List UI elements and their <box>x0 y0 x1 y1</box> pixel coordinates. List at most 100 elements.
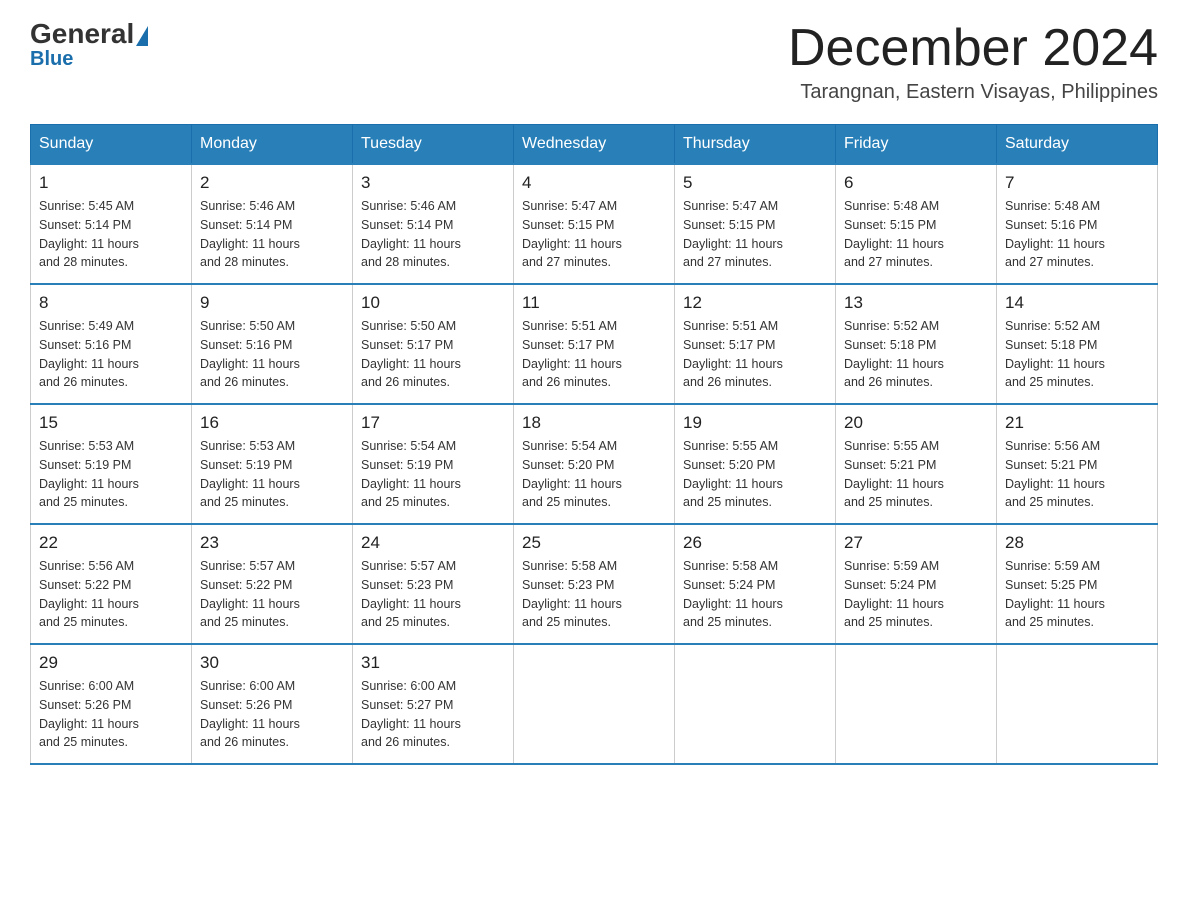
calendar-day-cell: 25 Sunrise: 5:58 AM Sunset: 5:23 PM Dayl… <box>514 524 675 644</box>
calendar-day-cell: 22 Sunrise: 5:56 AM Sunset: 5:22 PM Dayl… <box>31 524 192 644</box>
day-info: Sunrise: 5:55 AM Sunset: 5:21 PM Dayligh… <box>844 437 988 512</box>
day-number: 31 <box>361 653 505 673</box>
day-info: Sunrise: 5:59 AM Sunset: 5:24 PM Dayligh… <box>844 557 988 632</box>
day-info: Sunrise: 5:54 AM Sunset: 5:19 PM Dayligh… <box>361 437 505 512</box>
day-info: Sunrise: 5:48 AM Sunset: 5:16 PM Dayligh… <box>1005 197 1149 272</box>
logo-general: General <box>30 20 134 48</box>
calendar-day-cell: 7 Sunrise: 5:48 AM Sunset: 5:16 PM Dayli… <box>997 164 1158 284</box>
calendar-day-cell: 8 Sunrise: 5:49 AM Sunset: 5:16 PM Dayli… <box>31 284 192 404</box>
calendar-day-cell: 30 Sunrise: 6:00 AM Sunset: 5:26 PM Dayl… <box>192 644 353 764</box>
calendar-day-cell <box>675 644 836 764</box>
calendar-day-cell: 16 Sunrise: 5:53 AM Sunset: 5:19 PM Dayl… <box>192 404 353 524</box>
day-info: Sunrise: 5:57 AM Sunset: 5:23 PM Dayligh… <box>361 557 505 632</box>
day-info: Sunrise: 5:53 AM Sunset: 5:19 PM Dayligh… <box>39 437 183 512</box>
calendar-day-cell <box>836 644 997 764</box>
col-monday: Monday <box>192 125 353 165</box>
day-info: Sunrise: 6:00 AM Sunset: 5:26 PM Dayligh… <box>39 677 183 752</box>
calendar-week-row: 1 Sunrise: 5:45 AM Sunset: 5:14 PM Dayli… <box>31 164 1158 284</box>
day-info: Sunrise: 5:59 AM Sunset: 5:25 PM Dayligh… <box>1005 557 1149 632</box>
day-number: 28 <box>1005 533 1149 553</box>
day-number: 1 <box>39 173 183 193</box>
day-number: 19 <box>683 413 827 433</box>
calendar-day-cell: 5 Sunrise: 5:47 AM Sunset: 5:15 PM Dayli… <box>675 164 836 284</box>
calendar-day-cell: 2 Sunrise: 5:46 AM Sunset: 5:14 PM Dayli… <box>192 164 353 284</box>
day-number: 3 <box>361 173 505 193</box>
calendar-day-cell <box>514 644 675 764</box>
calendar-day-cell: 11 Sunrise: 5:51 AM Sunset: 5:17 PM Dayl… <box>514 284 675 404</box>
col-thursday: Thursday <box>675 125 836 165</box>
day-number: 17 <box>361 413 505 433</box>
calendar-day-cell: 4 Sunrise: 5:47 AM Sunset: 5:15 PM Dayli… <box>514 164 675 284</box>
calendar-day-cell: 6 Sunrise: 5:48 AM Sunset: 5:15 PM Dayli… <box>836 164 997 284</box>
day-info: Sunrise: 5:52 AM Sunset: 5:18 PM Dayligh… <box>1005 317 1149 392</box>
calendar-day-cell: 17 Sunrise: 5:54 AM Sunset: 5:19 PM Dayl… <box>353 404 514 524</box>
day-info: Sunrise: 5:57 AM Sunset: 5:22 PM Dayligh… <box>200 557 344 632</box>
calendar-day-cell: 12 Sunrise: 5:51 AM Sunset: 5:17 PM Dayl… <box>675 284 836 404</box>
day-info: Sunrise: 5:46 AM Sunset: 5:14 PM Dayligh… <box>200 197 344 272</box>
title-area: December 2024 Tarangnan, Eastern Visayas… <box>788 20 1158 104</box>
day-info: Sunrise: 5:45 AM Sunset: 5:14 PM Dayligh… <box>39 197 183 272</box>
day-number: 11 <box>522 293 666 313</box>
day-number: 22 <box>39 533 183 553</box>
day-info: Sunrise: 5:48 AM Sunset: 5:15 PM Dayligh… <box>844 197 988 272</box>
day-info: Sunrise: 5:56 AM Sunset: 5:22 PM Dayligh… <box>39 557 183 632</box>
col-wednesday: Wednesday <box>514 125 675 165</box>
day-info: Sunrise: 5:53 AM Sunset: 5:19 PM Dayligh… <box>200 437 344 512</box>
day-info: Sunrise: 6:00 AM Sunset: 5:27 PM Dayligh… <box>361 677 505 752</box>
day-number: 26 <box>683 533 827 553</box>
day-info: Sunrise: 5:52 AM Sunset: 5:18 PM Dayligh… <box>844 317 988 392</box>
day-number: 5 <box>683 173 827 193</box>
col-saturday: Saturday <box>997 125 1158 165</box>
day-number: 18 <box>522 413 666 433</box>
calendar-week-row: 29 Sunrise: 6:00 AM Sunset: 5:26 PM Dayl… <box>31 644 1158 764</box>
day-number: 21 <box>1005 413 1149 433</box>
month-title: December 2024 <box>788 20 1158 77</box>
page-header: General Blue December 2024 Tarangnan, Ea… <box>30 20 1158 104</box>
day-info: Sunrise: 5:51 AM Sunset: 5:17 PM Dayligh… <box>683 317 827 392</box>
calendar-day-cell: 23 Sunrise: 5:57 AM Sunset: 5:22 PM Dayl… <box>192 524 353 644</box>
day-info: Sunrise: 5:50 AM Sunset: 5:17 PM Dayligh… <box>361 317 505 392</box>
calendar-day-cell: 3 Sunrise: 5:46 AM Sunset: 5:14 PM Dayli… <box>353 164 514 284</box>
logo: General Blue <box>30 20 148 71</box>
day-number: 7 <box>1005 173 1149 193</box>
day-number: 30 <box>200 653 344 673</box>
calendar-day-cell <box>997 644 1158 764</box>
day-number: 12 <box>683 293 827 313</box>
day-number: 20 <box>844 413 988 433</box>
day-number: 15 <box>39 413 183 433</box>
day-number: 14 <box>1005 293 1149 313</box>
day-number: 13 <box>844 293 988 313</box>
calendar-week-row: 8 Sunrise: 5:49 AM Sunset: 5:16 PM Dayli… <box>31 284 1158 404</box>
day-info: Sunrise: 5:58 AM Sunset: 5:24 PM Dayligh… <box>683 557 827 632</box>
calendar-day-cell: 29 Sunrise: 6:00 AM Sunset: 5:26 PM Dayl… <box>31 644 192 764</box>
calendar-day-cell: 9 Sunrise: 5:50 AM Sunset: 5:16 PM Dayli… <box>192 284 353 404</box>
day-info: Sunrise: 5:54 AM Sunset: 5:20 PM Dayligh… <box>522 437 666 512</box>
day-number: 9 <box>200 293 344 313</box>
calendar-day-cell: 1 Sunrise: 5:45 AM Sunset: 5:14 PM Dayli… <box>31 164 192 284</box>
calendar-day-cell: 18 Sunrise: 5:54 AM Sunset: 5:20 PM Dayl… <box>514 404 675 524</box>
col-tuesday: Tuesday <box>353 125 514 165</box>
calendar-table: Sunday Monday Tuesday Wednesday Thursday… <box>30 124 1158 765</box>
day-number: 8 <box>39 293 183 313</box>
day-number: 24 <box>361 533 505 553</box>
col-friday: Friday <box>836 125 997 165</box>
day-info: Sunrise: 5:56 AM Sunset: 5:21 PM Dayligh… <box>1005 437 1149 512</box>
day-info: Sunrise: 6:00 AM Sunset: 5:26 PM Dayligh… <box>200 677 344 752</box>
calendar-day-cell: 15 Sunrise: 5:53 AM Sunset: 5:19 PM Dayl… <box>31 404 192 524</box>
day-info: Sunrise: 5:50 AM Sunset: 5:16 PM Dayligh… <box>200 317 344 392</box>
logo-blue: Blue <box>30 48 73 71</box>
col-sunday: Sunday <box>31 125 192 165</box>
calendar-day-cell: 31 Sunrise: 6:00 AM Sunset: 5:27 PM Dayl… <box>353 644 514 764</box>
calendar-day-cell: 13 Sunrise: 5:52 AM Sunset: 5:18 PM Dayl… <box>836 284 997 404</box>
day-number: 29 <box>39 653 183 673</box>
calendar-day-cell: 21 Sunrise: 5:56 AM Sunset: 5:21 PM Dayl… <box>997 404 1158 524</box>
day-number: 6 <box>844 173 988 193</box>
calendar-day-cell: 26 Sunrise: 5:58 AM Sunset: 5:24 PM Dayl… <box>675 524 836 644</box>
calendar-week-row: 22 Sunrise: 5:56 AM Sunset: 5:22 PM Dayl… <box>31 524 1158 644</box>
calendar-day-cell: 14 Sunrise: 5:52 AM Sunset: 5:18 PM Dayl… <box>997 284 1158 404</box>
day-number: 25 <box>522 533 666 553</box>
day-info: Sunrise: 5:47 AM Sunset: 5:15 PM Dayligh… <box>683 197 827 272</box>
day-number: 10 <box>361 293 505 313</box>
calendar-day-cell: 10 Sunrise: 5:50 AM Sunset: 5:17 PM Dayl… <box>353 284 514 404</box>
day-number: 2 <box>200 173 344 193</box>
